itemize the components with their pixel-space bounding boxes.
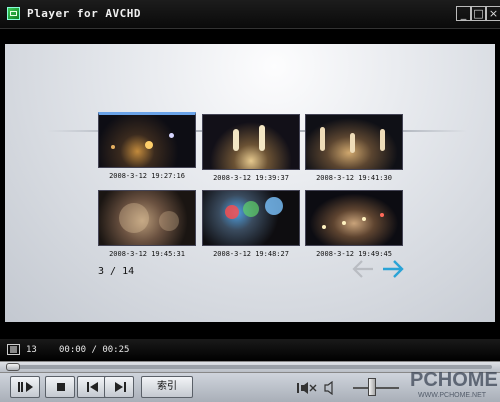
svg-text:WWW.PCHOME.NET: WWW.PCHOME.NET: [418, 392, 487, 399]
thumbnail-image: [202, 190, 300, 246]
thumbnail-timestamp: 2008-3-12 19:39:37: [213, 174, 289, 182]
play-pause-button[interactable]: [10, 376, 40, 398]
thumbnail-timestamp: 2008-3-12 19:49:45: [316, 250, 392, 258]
playback-time: 00:00 / 00:25: [59, 345, 130, 355]
app-icon: [7, 7, 20, 20]
previous-button[interactable]: [77, 376, 107, 398]
film-icon: [7, 344, 20, 355]
thumbnail-timestamp: 2008-3-12 19:27:16: [109, 172, 185, 180]
thumbnail-3[interactable]: 2008-3-12 19:41:30: [305, 114, 403, 182]
thumbnail-timestamp: 2008-3-12 19:45:31: [109, 250, 185, 258]
thumbnail-6[interactable]: 2008-3-12 19:49:45: [305, 190, 403, 258]
thumbnail-4[interactable]: 2008-3-12 19:45:31: [98, 190, 196, 258]
thumbnail-timestamp: 2008-3-12 19:41:30: [316, 174, 392, 182]
mute-icon[interactable]: [297, 381, 317, 395]
window-title: Player for AVCHD: [27, 7, 141, 20]
thumbnail-image: [98, 112, 196, 168]
skip-back-icon: [87, 382, 98, 392]
stop-button[interactable]: [45, 376, 75, 398]
pchome-watermark-logo: PCHOME WWW.PCHOME.NET: [410, 369, 498, 399]
title-bar: Player for AVCHD _ □ ×: [0, 0, 500, 29]
thumbnail-image: [202, 114, 300, 170]
thumbnail-image: [305, 114, 403, 170]
previous-page-arrow-icon[interactable]: [351, 258, 375, 280]
svg-text:PCHOME: PCHOME: [410, 369, 498, 391]
thumbnail-image: [305, 190, 403, 246]
close-button[interactable]: ×: [486, 6, 500, 21]
thumbnail-2[interactable]: 2008-3-12 19:39:37: [202, 114, 300, 182]
minimize-button[interactable]: _: [456, 6, 471, 21]
thumbnail-timestamp: 2008-3-12 19:48:27: [213, 250, 289, 258]
play-pause-icon: [18, 382, 33, 392]
skip-forward-icon: [115, 382, 126, 392]
index-button[interactable]: 索引: [141, 376, 193, 398]
seek-handle[interactable]: [6, 363, 20, 371]
volume-icon[interactable]: [324, 381, 342, 395]
status-bar: 13 00:00 / 00:25: [0, 339, 500, 361]
volume-track[interactable]: [353, 387, 399, 389]
thumbnail-5[interactable]: 2008-3-12 19:48:27: [202, 190, 300, 258]
clip-count: 13: [26, 345, 37, 355]
thumbnail-1[interactable]: 2008-3-12 19:27:16: [98, 112, 196, 180]
next-page-arrow-icon[interactable]: [381, 258, 405, 280]
thumbnail-panel: 2008-3-12 19:27:16 2008-3-12 19:39:37 20…: [5, 44, 495, 322]
next-button[interactable]: [104, 376, 134, 398]
maximize-button[interactable]: □: [471, 6, 486, 21]
page-indicator: 3 / 14: [98, 266, 135, 277]
volume-slider-handle[interactable]: [368, 378, 376, 396]
stop-icon: [57, 383, 65, 391]
thumbnail-image: [98, 190, 196, 246]
